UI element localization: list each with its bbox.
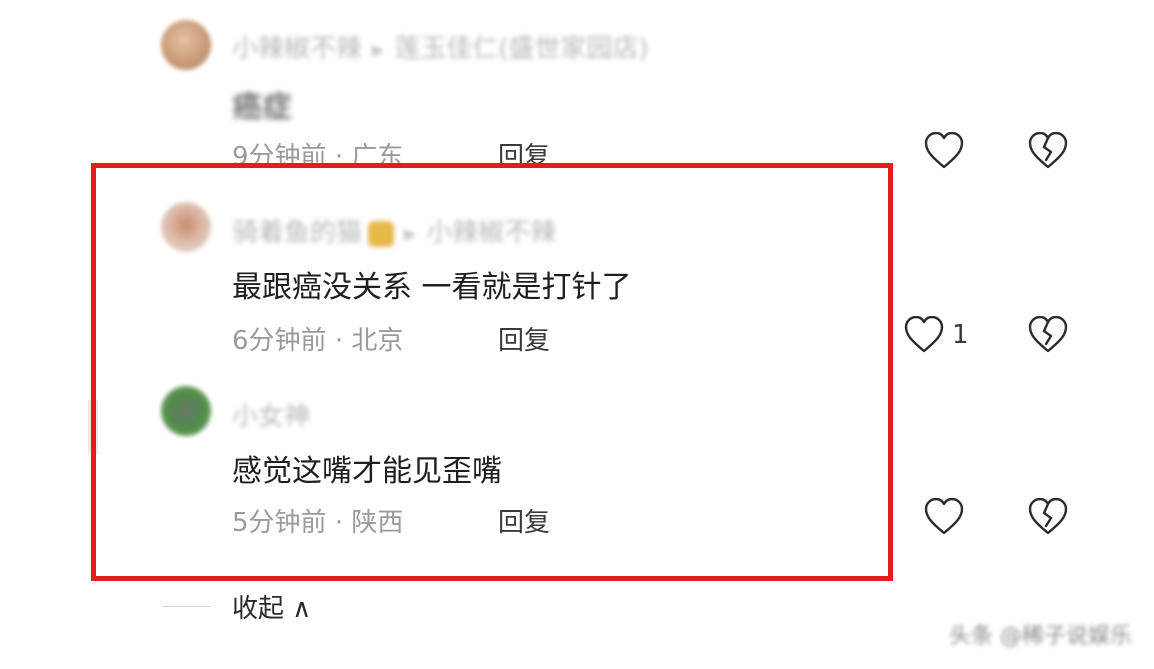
comment-reply-to[interactable]: 莲玉佳仁(盛世家园店) — [394, 34, 648, 64]
reply-button[interactable]: 回复 — [498, 502, 550, 539]
meta-separator: · — [334, 326, 344, 356]
comment-text: 最跟癌没关系 一看就是打针了 — [232, 270, 632, 305]
comment-username[interactable]: 小辣椒不辣 — [232, 34, 362, 64]
comment-time: 6分钟前 — [232, 326, 327, 356]
comment-text: 感觉这嘴才能见歪嘴 — [232, 454, 502, 489]
dislike-button[interactable] — [1028, 132, 1068, 170]
comment-username[interactable]: 骑着鱼的猫 — [232, 218, 362, 248]
like-button[interactable] — [924, 498, 972, 536]
collapse-replies-button[interactable]: 收起 ∧ — [162, 588, 311, 625]
like-button[interactable] — [924, 132, 972, 170]
comment-meta: 9分钟前 · 广东 — [232, 136, 403, 173]
comment-meta: 5分钟前 · 陕西 — [232, 502, 403, 539]
avatar[interactable] — [161, 386, 211, 436]
like-button[interactable]: 1 — [904, 316, 969, 354]
collapse-label[interactable]: 收起 ∧ — [232, 588, 311, 625]
like-count: 1 — [952, 320, 969, 350]
comment-text: 癌症 — [232, 90, 292, 125]
comment-time: 5分钟前 — [232, 508, 327, 538]
reply-button[interactable]: 回复 — [498, 320, 550, 357]
comment-username-line[interactable]: 小辣椒不辣 ▶ 莲玉佳仁(盛世家园店) — [232, 28, 649, 65]
scroll-edge-indicator — [88, 400, 98, 454]
avatar[interactable] — [161, 20, 211, 70]
watermark: 头条 @稀子说娱乐 — [949, 624, 1132, 649]
triangle-right-icon: ▶ — [404, 224, 417, 243]
dislike-button[interactable] — [1028, 498, 1068, 536]
reply-button[interactable]: 回复 — [498, 136, 550, 173]
comment-meta: 6分钟前 · 北京 — [232, 320, 403, 357]
broken-heart-icon — [1028, 316, 1068, 353]
comment-username-line[interactable]: 小女神 — [232, 396, 310, 433]
cat-emoji-icon — [368, 220, 395, 247]
divider — [162, 606, 210, 607]
heart-outline-icon — [904, 316, 944, 353]
heart-outline-icon — [924, 132, 964, 169]
comment-time: 9分钟前 — [232, 142, 327, 172]
dislike-button[interactable] — [1028, 316, 1068, 354]
broken-heart-icon — [1028, 132, 1068, 169]
comment-location: 北京 — [351, 326, 404, 356]
comment-reply-to[interactable]: 小辣椒不辣 — [426, 218, 556, 248]
heart-outline-icon — [924, 498, 964, 535]
comment-username[interactable]: 小女神 — [232, 402, 310, 432]
broken-heart-icon — [1028, 498, 1068, 535]
avatar[interactable] — [161, 202, 211, 252]
comment-location: 广东 — [351, 142, 404, 172]
comment-location: 陕西 — [351, 508, 404, 538]
triangle-right-icon: ▶ — [372, 40, 385, 59]
comment-username-line[interactable]: 骑着鱼的猫 ▶ 小辣椒不辣 — [232, 212, 556, 249]
meta-separator: · — [334, 508, 344, 538]
meta-separator: · — [334, 142, 344, 172]
